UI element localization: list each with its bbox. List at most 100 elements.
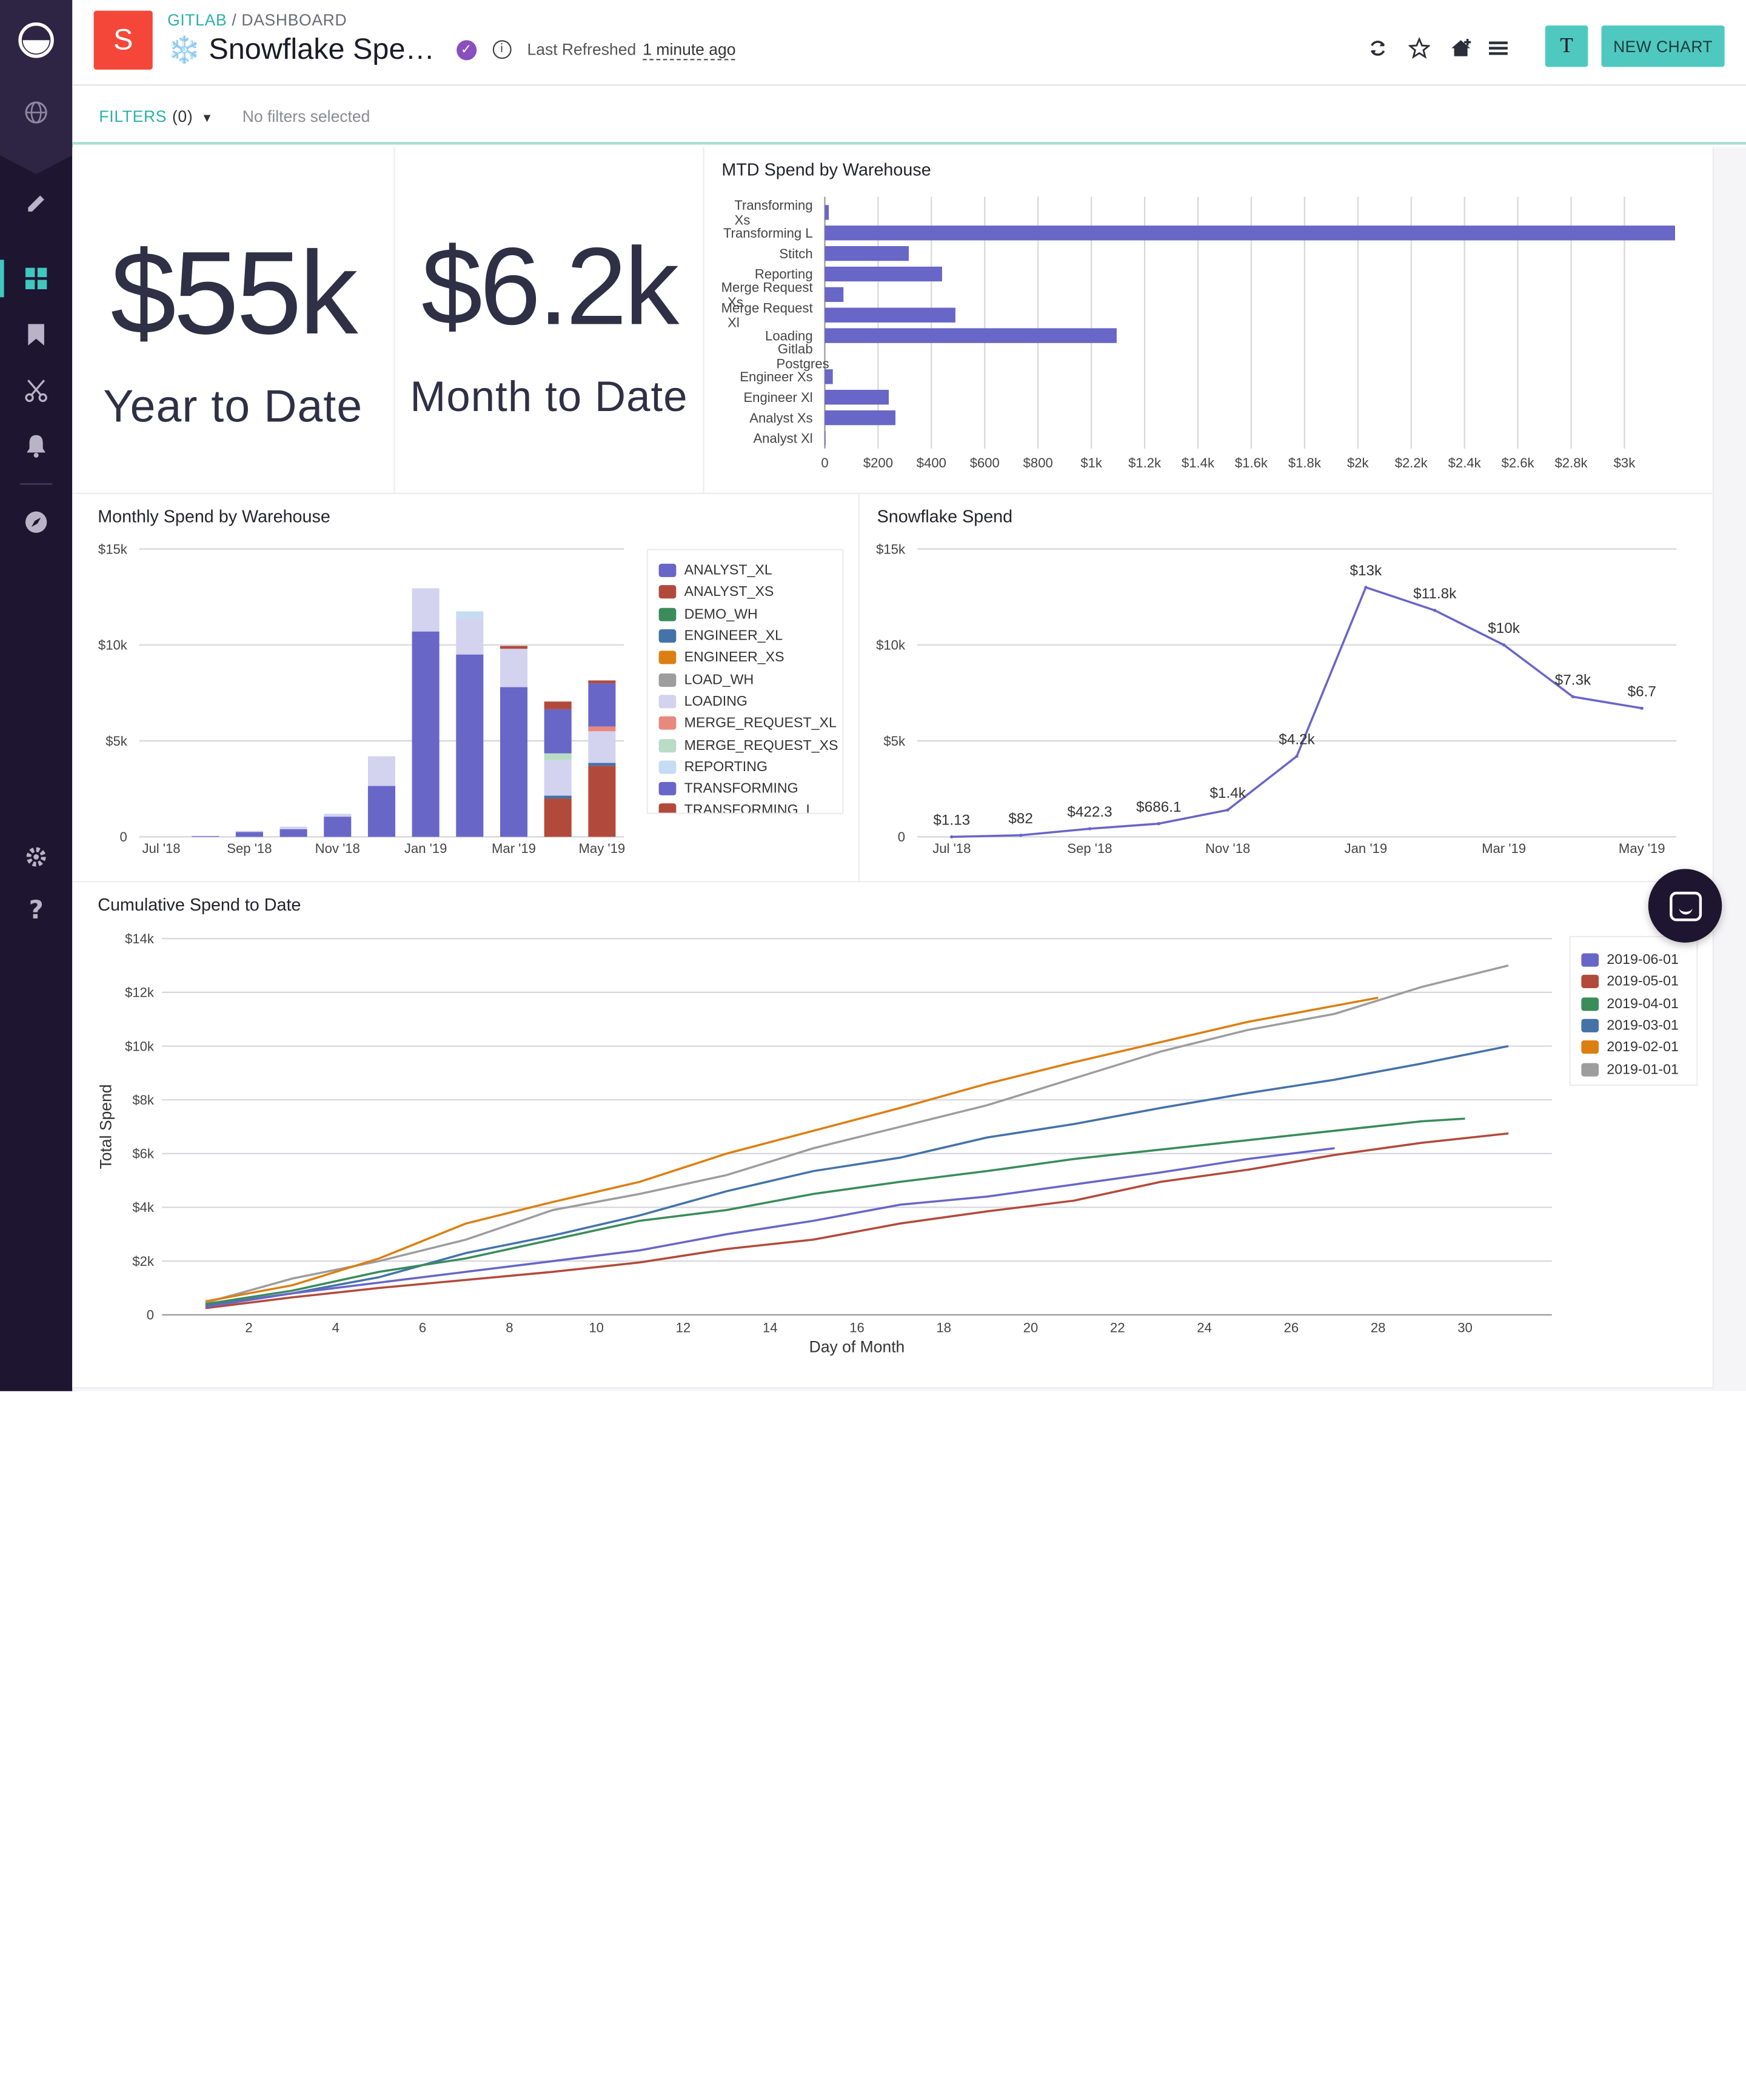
x-tick-label: 20 (1023, 1320, 1039, 1336)
sidebar: ? (0, 0, 73, 1391)
y-tick-label: $12k (125, 985, 155, 1000)
x-tick-label: Jul '18 (932, 841, 971, 856)
legend-label: ENGINEER_XS (684, 649, 784, 666)
home-add-icon[interactable] (1447, 35, 1474, 61)
series-line (951, 586, 1642, 838)
bar (824, 410, 896, 426)
bar-segment (412, 588, 440, 632)
legend-item[interactable]: LOAD_WH (658, 669, 843, 691)
chart-legend: 2019-06-01 2019-05-01 2019-04-01 2019-03-01… (1569, 935, 1698, 1086)
legend-item[interactable]: ANALYST_XS (658, 581, 843, 603)
bar-segment (544, 760, 572, 796)
refresh-icon[interactable] (1365, 35, 1391, 61)
legend-item[interactable]: 2019-04-01 (1581, 993, 1696, 1015)
legend-item[interactable]: TRANSFORMING (658, 778, 843, 800)
bar (824, 328, 1117, 343)
y-tick-label: Transforming (734, 198, 812, 213)
x-tick-label: Sep '18 (1067, 841, 1112, 856)
app-badge[interactable]: S (93, 10, 153, 70)
kpi-value: $6.2k (421, 226, 679, 349)
bar-segment (279, 826, 307, 829)
chart-card-monthly-by-warehouse[interactable]: Monthly Spend by Warehouse 0 $5k $10k $15k J… (72, 493, 860, 883)
y-tick-label: $10k (98, 638, 128, 653)
filters-toggle[interactable]: FILTERS (0) ▼ (99, 107, 213, 126)
bar-segment (235, 832, 263, 837)
legend-item[interactable]: ENGINEER_XS (658, 647, 843, 669)
dashboard-title[interactable]: Snowflake Spe… (209, 32, 435, 67)
legend-item[interactable]: MERGE_REQUEST_XL (658, 712, 843, 734)
dashboard-icon[interactable] (0, 258, 72, 298)
data-label: $7.3k (1555, 672, 1591, 688)
info-icon[interactable]: i (492, 40, 511, 59)
y-tick-label: Engineer Xs (740, 369, 812, 384)
legend-item[interactable]: 2019-03-01 (1581, 1015, 1696, 1037)
help-icon[interactable]: ? (0, 891, 72, 931)
legend-item[interactable]: MERGE_REQUEST_XS (658, 734, 843, 756)
bar (824, 430, 826, 446)
x-tick-label: $3k (1614, 455, 1636, 470)
kpi-card-ytd[interactable]: $55k Year to Date (72, 147, 395, 494)
legend-item[interactable]: DEMO_WH (658, 603, 843, 625)
series-line (205, 1147, 1335, 1308)
bar (824, 226, 1675, 241)
chart-card-cumulative-spend[interactable]: Cumulative Spend to Date 0 $2k $4k $6k $8k $1… (72, 882, 1714, 1389)
legend-item[interactable]: LOADING (658, 691, 843, 712)
legend-item[interactable]: 2019-06-01 (1581, 949, 1696, 971)
new-chart-button[interactable]: NEW CHART (1601, 25, 1725, 67)
breadcrumb-org[interactable]: GITLAB (167, 11, 227, 30)
legend-swatch (1581, 975, 1599, 989)
kpi-label: Year to Date (103, 381, 363, 433)
scissors-icon[interactable] (0, 371, 72, 411)
bar-segment (500, 687, 528, 837)
bell-icon[interactable] (0, 426, 72, 466)
chart-card-mtd-by-warehouse[interactable]: MTD Spend by Warehouse 0 $200 $400 $600 $800… (704, 147, 1714, 494)
legend-item[interactable]: 2019-02-01 (1581, 1037, 1696, 1058)
globe-icon[interactable] (0, 92, 72, 132)
logo-icon[interactable] (0, 19, 72, 62)
chat-support-button[interactable] (1648, 869, 1722, 943)
legend-item[interactable]: 2019-01-01 (1581, 1058, 1696, 1080)
user-avatar[interactable]: T (1545, 25, 1588, 67)
bar-segment (279, 829, 307, 837)
kpi-card-mtd[interactable]: $6.2k Month to Date (395, 147, 704, 494)
x-tick-label: $800 (1023, 455, 1053, 470)
legend-item[interactable]: ANALYST_XL (658, 560, 843, 581)
x-tick-label: 10 (589, 1320, 604, 1336)
series-line (205, 1117, 1465, 1305)
breadcrumb: GITLAB / DASHBOARD (167, 11, 347, 30)
legend-swatch (658, 717, 677, 731)
x-tick-label: Jan '19 (404, 841, 447, 856)
menu-icon[interactable] (1485, 35, 1511, 61)
breadcrumb-page[interactable]: DASHBOARD (241, 11, 347, 30)
legend-swatch (1581, 1018, 1599, 1032)
x-tick-label: Sep '18 (227, 841, 272, 856)
y-tick-label: $15k (98, 541, 128, 557)
legend-item[interactable]: REPORTING (658, 756, 843, 778)
pencil-icon[interactable] (0, 182, 72, 222)
bar-segment (588, 763, 616, 766)
gear-icon[interactable] (0, 837, 72, 877)
x-tick-label: 22 (1110, 1320, 1125, 1336)
legend-item[interactable]: ENGINEER_XL (658, 625, 843, 647)
legend-item[interactable]: TRANSFORMING_L (658, 800, 843, 813)
data-label: $422.3 (1067, 804, 1112, 820)
legend-item[interactable]: 2019-05-01 (1581, 971, 1696, 993)
y-tick-label: $10k (125, 1038, 155, 1054)
legend-label: 2019-04-01 (1607, 995, 1679, 1012)
legend-label: TRANSFORMING (684, 780, 798, 797)
data-point (1088, 827, 1092, 831)
star-icon[interactable] (1406, 35, 1433, 61)
refreshed-time[interactable]: 1 minute ago (643, 40, 736, 61)
verified-icon: ✓ (456, 39, 477, 60)
chart-card-snowflake-spend[interactable]: Snowflake Spend 0 $5k $10k $15k $1.13 $82 $422… (859, 493, 1714, 883)
y-axis-label: Total Spend (96, 1085, 115, 1169)
x-tick-label: 26 (1284, 1320, 1299, 1336)
compass-icon[interactable] (0, 502, 72, 542)
bookmark-icon[interactable] (0, 315, 72, 355)
y-tick-label: Merge Request (721, 300, 813, 315)
bar-segment (500, 649, 528, 687)
y-tick-label: $5k (883, 734, 906, 749)
data-label: $1.4k (1209, 785, 1246, 801)
bar-segment (456, 619, 484, 655)
x-axis-label: Day of Month (809, 1338, 905, 1356)
